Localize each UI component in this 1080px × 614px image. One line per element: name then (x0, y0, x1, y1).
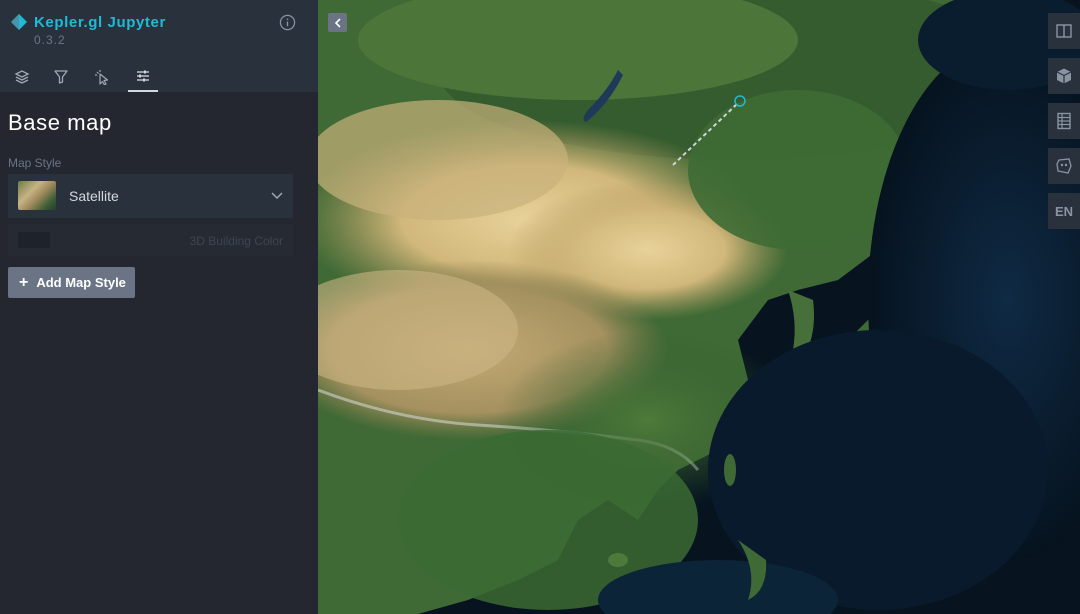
building-color-swatch[interactable] (18, 232, 50, 248)
map-style-thumbnail (18, 181, 56, 210)
info-icon[interactable] (279, 14, 296, 31)
tab-filters[interactable] (46, 62, 76, 92)
map-style-value: Satellite (69, 188, 119, 204)
map-canvas[interactable] (318, 0, 1080, 614)
side-panel: Kepler.gl Jupyter 0.3.2 Base map Map Sty… (0, 0, 318, 614)
panel-title: Base map (8, 110, 112, 135)
polygon-draw-icon (1056, 158, 1072, 174)
split-map-icon (1056, 24, 1072, 38)
legend-button[interactable] (1048, 103, 1080, 139)
map-style-dropdown[interactable]: Satellite (8, 174, 293, 218)
sliders-icon (137, 70, 149, 82)
locale-button[interactable]: EN (1048, 193, 1080, 229)
collapse-panel-button[interactable] (328, 13, 347, 32)
layers-icon (14, 70, 30, 84)
add-map-style-button[interactable]: + Add Map Style (8, 267, 135, 298)
cursor-click-icon (95, 70, 109, 85)
add-map-style-label: Add Map Style (36, 275, 126, 290)
building-color-label: 3D Building Color (189, 234, 283, 248)
tab-layers[interactable] (7, 62, 37, 92)
legend-icon (1057, 112, 1071, 130)
map-style-label: Map Style (8, 156, 62, 170)
panel-tabs (0, 56, 318, 92)
satellite-basemap (318, 0, 1080, 614)
filter-icon (54, 70, 68, 84)
tab-base-map[interactable] (128, 62, 158, 92)
cube-icon (1056, 68, 1072, 84)
locale-label: EN (1054, 203, 1074, 219)
3d-view-button[interactable] (1048, 58, 1080, 94)
kepler-logo-icon (11, 14, 27, 30)
building-color-row: 3D Building Color (8, 224, 293, 256)
draw-polygon-button[interactable] (1048, 148, 1080, 184)
app-version: 0.3.2 (34, 33, 66, 47)
tab-interactions[interactable] (87, 62, 117, 92)
chevron-left-icon (334, 17, 341, 28)
plus-icon: + (19, 273, 29, 291)
side-panel-header: Kepler.gl Jupyter 0.3.2 (0, 0, 318, 92)
split-map-button[interactable] (1048, 13, 1080, 49)
app-title: Kepler.gl Jupyter (34, 14, 166, 31)
chevron-down-icon (271, 192, 283, 200)
